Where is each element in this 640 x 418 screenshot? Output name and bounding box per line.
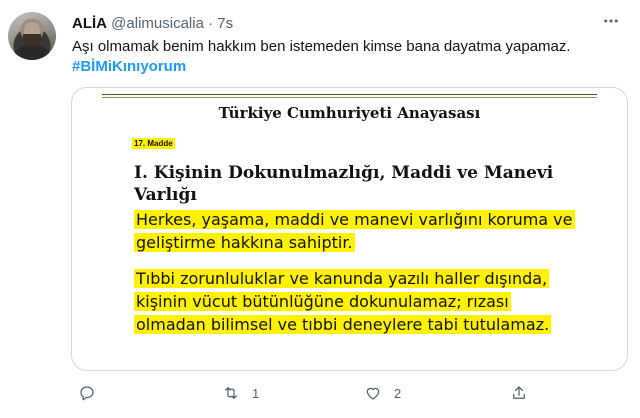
handle[interactable]: @alimusicalia (111, 15, 204, 32)
retweet-button[interactable]: 1 (222, 384, 259, 402)
tweet-media-image[interactable]: Türkiye Cumhuriyeti Anayasası 17. Madde … (71, 87, 628, 371)
avatar-beard (23, 34, 41, 46)
separator: · (208, 15, 214, 32)
article-paragraph-1: Herkes, yaşama, maddi ve manevi varlığın… (134, 208, 575, 254)
avatar-body (14, 45, 50, 60)
reply-button[interactable] (78, 384, 108, 402)
timestamp[interactable]: 7s (217, 15, 233, 32)
tweet-header: ALİA @alimusicalia · 7s (72, 14, 233, 34)
more-options-button[interactable] (598, 8, 624, 34)
retweet-count: 1 (252, 385, 260, 401)
highlighted-text-2: Tıbbi zorunluluklar ve kanunda yazılı ha… (134, 269, 552, 334)
document-page: Türkiye Cumhuriyeti Anayasası 17. Madde … (102, 98, 597, 370)
tweet: ALİA @alimusicalia · 7s Aşı olmamak beni… (0, 0, 640, 418)
display-name[interactable]: ALİA (72, 15, 107, 32)
share-button[interactable] (510, 384, 540, 402)
like-button[interactable]: 2 (364, 384, 401, 402)
ellipsis-icon (604, 19, 618, 23)
like-count: 2 (394, 385, 402, 401)
avatar[interactable] (8, 12, 56, 60)
tweet-actions: 1 2 (72, 384, 627, 408)
hashtag-link[interactable]: #BİMiKınıyorum (72, 57, 186, 77)
heart-icon (366, 387, 380, 400)
highlighted-text-1: Herkes, yaşama, maddi ve manevi varlığın… (134, 210, 575, 252)
retweet-icon (225, 387, 237, 399)
document-top-edge (72, 88, 627, 98)
tweet-body: Aşı olmamak benim hakkım ben istemeden k… (72, 38, 571, 55)
article-number: 17. Madde (132, 138, 175, 149)
article-heading: I. Kişinin Dokunulmazlığı, Maddi ve Mane… (134, 163, 554, 205)
article-paragraph-2: Tıbbi zorunluluklar ve kanunda yazılı ha… (134, 267, 574, 336)
document-title: Türkiye Cumhuriyeti Anayasası (218, 104, 481, 122)
tweet-text: Aşı olmamak benim hakkım ben istemeden k… (72, 37, 627, 77)
share-icon (513, 386, 525, 399)
reply-icon (80, 386, 94, 401)
